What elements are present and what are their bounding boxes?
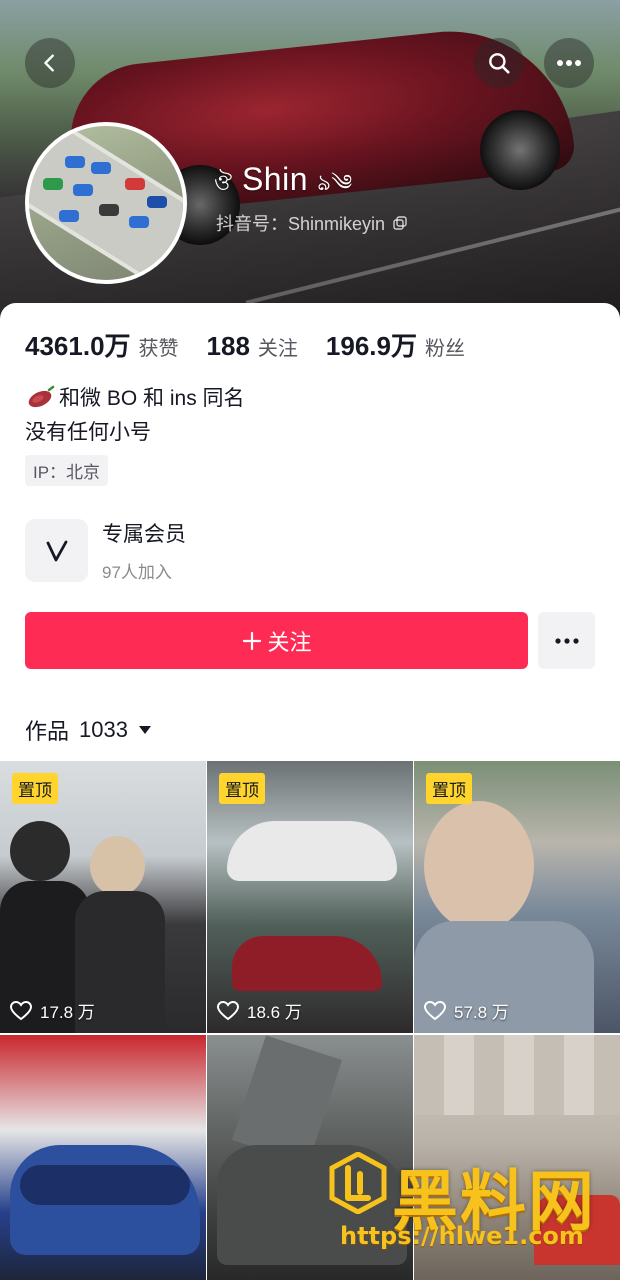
heart-icon [10, 1000, 32, 1020]
membership-subtitle: 97人加入 [102, 563, 172, 582]
works-label: 作品 [25, 719, 70, 744]
like-count: 17.8 万 [10, 998, 95, 1023]
person-head [90, 836, 145, 896]
works-tab[interactable]: 作品 1033 [25, 714, 152, 746]
douyin-id[interactable]: 抖音号：Shinmikeyin [216, 210, 407, 236]
car-window [20, 1165, 190, 1205]
stat-label: 关注 [257, 338, 298, 360]
stat-label: 获赞 [138, 338, 179, 360]
like-count-text: 17.8 万 [40, 1003, 95, 1022]
like-count: 57.8 万 [424, 998, 509, 1023]
watermark-logo-icon [329, 1152, 387, 1214]
pinned-badge: 置顶 [12, 773, 58, 804]
like-count: 18.6 万 [217, 998, 302, 1023]
avatar-car [129, 216, 149, 228]
plus-icon [243, 631, 262, 650]
avatar-car [147, 196, 167, 208]
stat-value: 196.9万 [325, 331, 417, 361]
stat-label: 粉丝 [425, 338, 465, 360]
person-head [424, 801, 534, 931]
avatar-car [125, 178, 145, 190]
douyin-id-text: 抖音号：Shinmikeyin [216, 214, 386, 234]
membership-title: 专属会员 [102, 523, 186, 546]
heart-icon [424, 1000, 446, 1020]
avatar-car [43, 178, 63, 190]
stat-value: 188 [206, 331, 250, 361]
car-shape [232, 936, 382, 991]
heart-icon [217, 1000, 239, 1020]
membership-icon-box [25, 519, 88, 582]
video-tile[interactable]: 置顶 17.8 万 [0, 761, 206, 1033]
v-logo-icon [46, 540, 67, 561]
nickname-prefix: ঔ [214, 170, 233, 195]
stat-followers[interactable]: 196.9万 粉丝 [326, 326, 465, 363]
more-actions-button[interactable] [538, 612, 595, 669]
works-count: 1033 [79, 717, 128, 742]
chandelier [227, 821, 397, 881]
like-count-text: 57.8 万 [454, 1003, 509, 1022]
bio-text-1: 和微 BO 和 ins 同名 [59, 387, 245, 410]
watermark-url: https://hlwe1.com [340, 1222, 584, 1250]
membership-entry[interactable]: 专属会员 97人加入 [25, 518, 186, 583]
chevron-left-icon [44, 54, 54, 72]
stats-row: 4361.0万 获赞 188 关注 196.9万 粉丝 [25, 326, 465, 363]
membership-text: 专属会员 97人加入 [102, 518, 186, 583]
person-head [10, 821, 70, 881]
bio-line-1: 和微 BO 和 ins 同名 [25, 382, 245, 412]
back-button[interactable] [25, 38, 75, 88]
triangle-down-icon [138, 726, 151, 734]
video-tile[interactable]: 置顶 18.6 万 [207, 761, 413, 1033]
avatar-car [99, 204, 119, 216]
pinned-badge: 置顶 [426, 773, 472, 804]
nickname-text: Shin [241, 161, 308, 197]
more-horizontal-icon [557, 60, 581, 66]
stat-likes[interactable]: 4361.0万 获赞 [25, 326, 179, 363]
stat-following[interactable]: 188 关注 [207, 331, 298, 362]
ip-location-tag: IP：北京 [25, 455, 109, 486]
follow-label: 关注 [267, 629, 312, 655]
sweet-potato-icon [28, 385, 55, 408]
copy-icon [393, 216, 407, 230]
avatar-car [65, 156, 85, 168]
avatar-car [91, 162, 111, 174]
bio-line-2: 没有任何小号 [25, 421, 151, 444]
video-tile[interactable]: 置顶 57.8 万 [414, 761, 620, 1033]
follow-button[interactable]: 关注 [25, 612, 528, 669]
search-button[interactable] [474, 38, 524, 88]
pinned-badge: 置顶 [219, 773, 265, 804]
video-tile[interactable] [0, 1035, 206, 1280]
like-count-text: 18.6 万 [247, 1003, 302, 1022]
stat-value: 4361.0万 [25, 331, 131, 361]
more-horizontal-icon [554, 637, 579, 644]
nickname-suffix: ঌ༄ [317, 170, 353, 195]
avatar-car [73, 184, 93, 196]
ceiling [414, 1035, 620, 1115]
more-button[interactable] [544, 38, 594, 88]
search-icon [489, 53, 510, 74]
avatar-car [59, 210, 79, 222]
avatar[interactable] [25, 122, 187, 284]
